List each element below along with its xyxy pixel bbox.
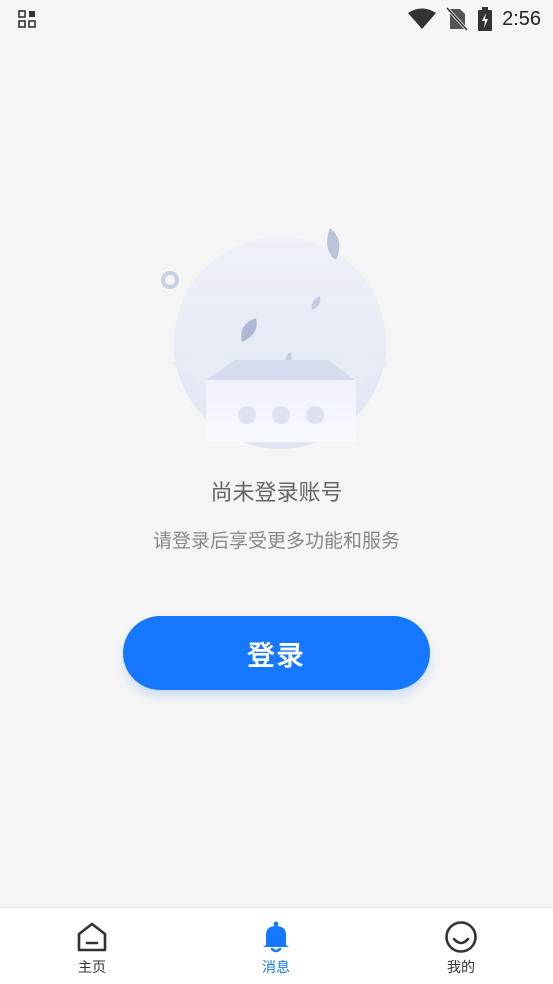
tab-profile-label: 我的 <box>447 960 475 976</box>
smile-icon <box>445 921 477 953</box>
bottom-tab-bar: 主页 消息 我的 <box>0 907 553 984</box>
battery-charging-icon <box>478 7 493 31</box>
login-button[interactable]: 登录 <box>123 616 430 690</box>
home-icon <box>77 922 107 952</box>
tab-home[interactable]: 主页 <box>0 908 184 984</box>
wifi-icon <box>408 8 437 29</box>
tab-messages-label: 消息 <box>262 960 290 976</box>
empty-state-description: 请登录后享受更多功能和服务 <box>152 530 400 552</box>
app-grid-icon <box>18 10 36 28</box>
tab-home-label: 主页 <box>78 960 106 976</box>
empty-box-icon <box>161 228 388 449</box>
no-sim-icon <box>446 7 469 31</box>
status-bar: 2:56 <box>0 0 553 38</box>
bell-icon <box>263 921 289 953</box>
tab-profile[interactable]: 我的 <box>369 908 553 984</box>
tab-messages[interactable]: 消息 <box>184 908 368 984</box>
empty-state-title: 尚未登录账号 <box>210 481 343 506</box>
status-time: 2:56 <box>502 7 541 30</box>
